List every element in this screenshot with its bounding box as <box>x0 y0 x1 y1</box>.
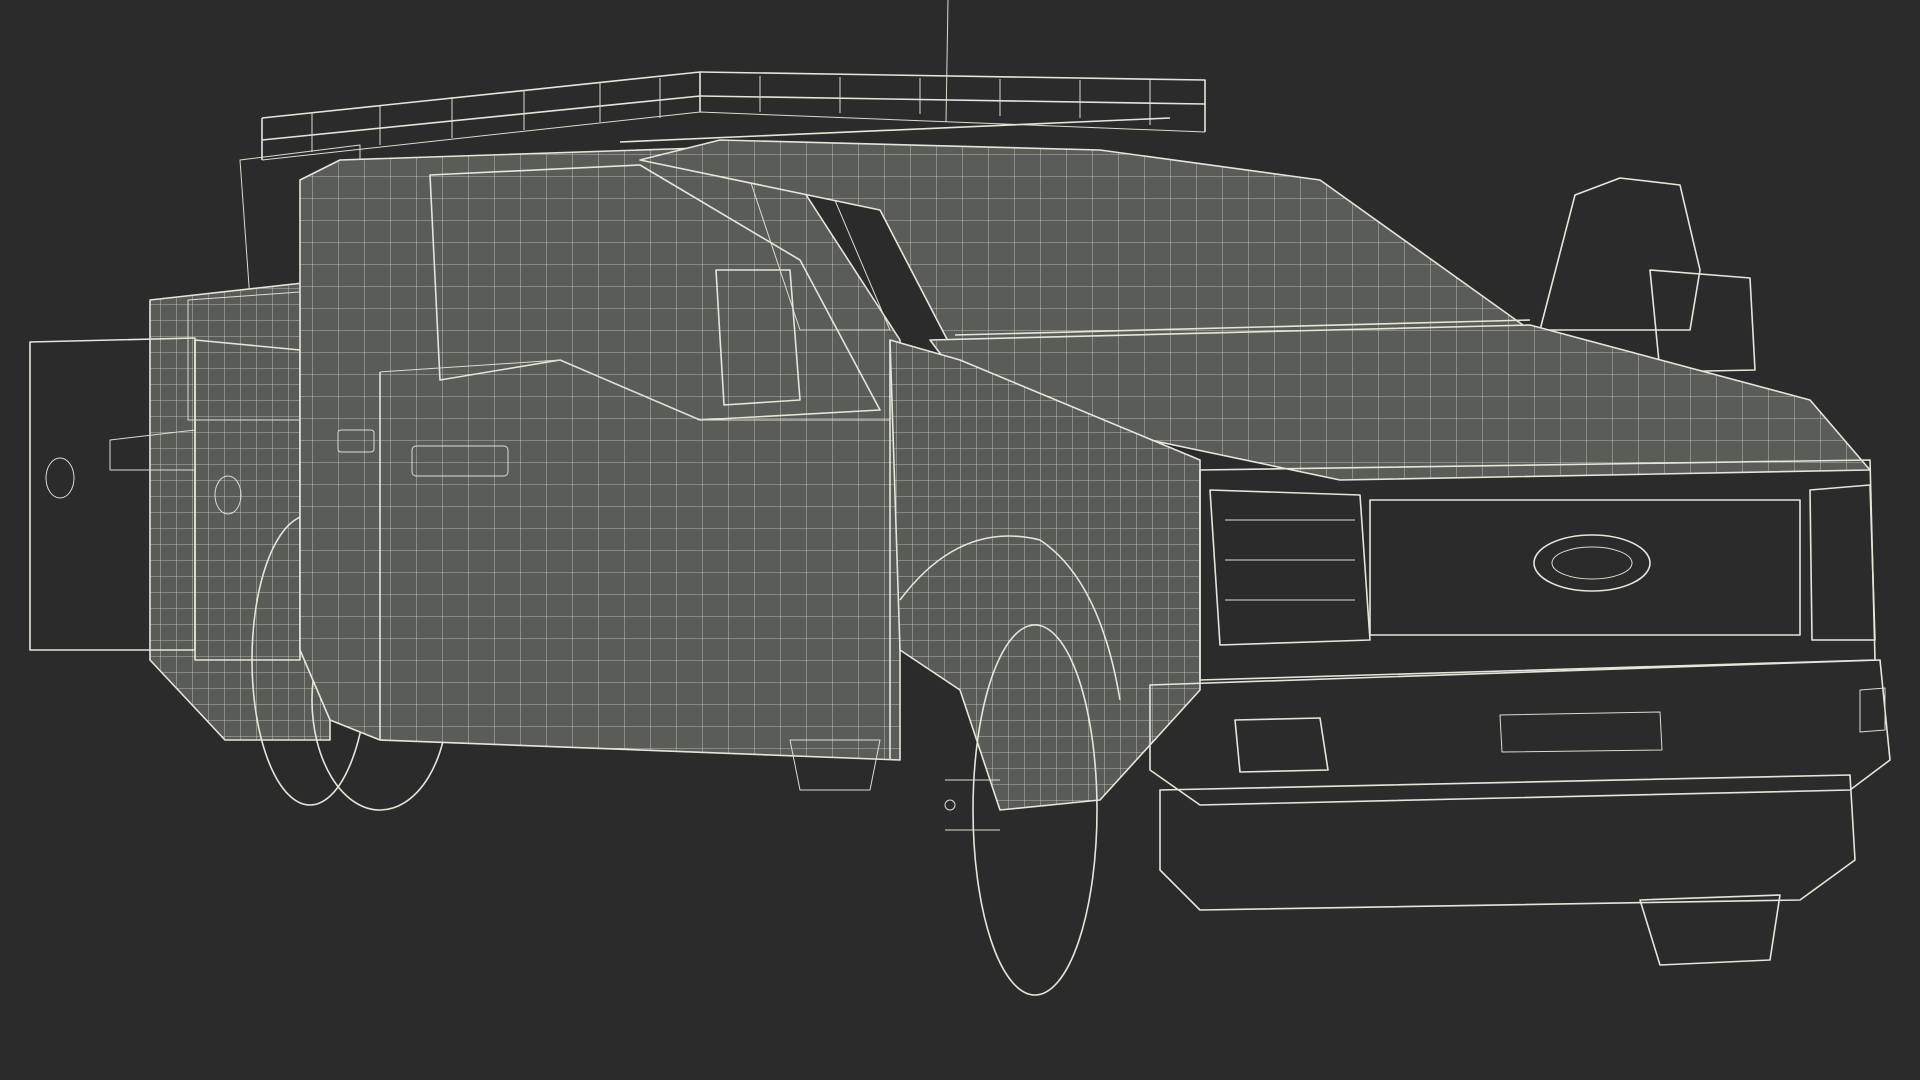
render-viewport <box>0 0 1920 1080</box>
headlight-right <box>1809 484 1876 641</box>
wireframe-render <box>29 0 1891 996</box>
front-wheel-right <box>1639 894 1781 966</box>
headlight-left <box>1209 489 1371 646</box>
cab <box>299 147 901 761</box>
grille <box>1369 499 1801 636</box>
antenna <box>945 0 949 123</box>
door-latch-icon <box>45 457 75 499</box>
front-bumper <box>1149 659 1891 911</box>
fog-light-left <box>1234 717 1329 773</box>
emblem-icon <box>1533 534 1651 592</box>
fog-light-right <box>1859 687 1886 733</box>
license-plate-area <box>1499 711 1663 753</box>
front-grille-assembly <box>1199 459 1876 681</box>
lower-valance <box>1159 774 1856 911</box>
